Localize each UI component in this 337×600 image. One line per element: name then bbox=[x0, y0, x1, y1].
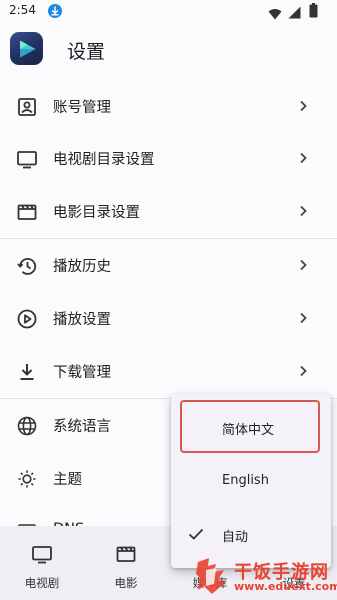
setting-label: 电视剧目录设置 bbox=[53, 152, 155, 168]
menu-item-simplified-chinese[interactable]: 简体中文 bbox=[171, 402, 331, 455]
chevron-right-icon bbox=[296, 151, 310, 165]
setting-label: 播放设置 bbox=[53, 312, 111, 328]
language-popup-menu: 简体中文 English 自动 bbox=[171, 394, 331, 568]
check-icon bbox=[188, 527, 204, 541]
brightness-icon bbox=[16, 468, 38, 490]
setting-label: 账号管理 bbox=[53, 100, 111, 116]
setting-movie-directory[interactable]: 电影目录设置 bbox=[0, 185, 337, 238]
setting-label: 下载管理 bbox=[53, 365, 111, 381]
status-bar: 2:54 bbox=[0, 0, 337, 24]
chevron-right-icon bbox=[296, 364, 310, 378]
settings-screen: 2:54 设置 账号管理 电视剧目录设置 电影目录设置 播放历史 播放设置 下载… bbox=[0, 0, 337, 600]
globe-icon bbox=[16, 415, 38, 437]
play-circle-icon bbox=[16, 308, 38, 330]
setting-account-management[interactable]: 账号管理 bbox=[0, 80, 337, 132]
nav-label: 电影 bbox=[114, 576, 138, 590]
menu-item-label: 自动 bbox=[222, 530, 249, 545]
wifi-icon bbox=[268, 5, 282, 24]
setting-label: 电影目录设置 bbox=[53, 205, 140, 221]
app-logo bbox=[10, 32, 43, 65]
setting-label: 主题 bbox=[53, 472, 82, 488]
setting-play-history[interactable]: 播放历史 bbox=[0, 239, 337, 292]
watermark-logo bbox=[194, 556, 230, 596]
movie-icon bbox=[115, 543, 137, 565]
download-icon bbox=[16, 361, 38, 383]
menu-item-label: 简体中文 bbox=[222, 423, 275, 438]
chevron-right-icon bbox=[296, 258, 310, 272]
history-icon bbox=[16, 255, 38, 277]
settings-group-playback: 播放历史 播放设置 下载管理 bbox=[0, 239, 337, 399]
nav-label: 电视剧 bbox=[24, 576, 60, 590]
movie-icon bbox=[16, 201, 38, 223]
chevron-right-icon bbox=[296, 99, 310, 113]
tv-icon bbox=[31, 543, 53, 565]
menu-item-auto[interactable]: 自动 bbox=[171, 509, 331, 562]
chevron-right-icon bbox=[296, 311, 310, 325]
nav-item-tv[interactable]: 电视剧 bbox=[0, 526, 84, 600]
settings-group-account-media: 账号管理 电视剧目录设置 电影目录设置 bbox=[0, 80, 337, 239]
download-status-icon bbox=[48, 4, 62, 18]
setting-playback[interactable]: 播放设置 bbox=[0, 292, 337, 345]
nav-item-movie[interactable]: 电影 bbox=[84, 526, 168, 600]
setting-download-management[interactable]: 下载管理 bbox=[0, 345, 337, 398]
menu-item-english[interactable]: English bbox=[171, 456, 331, 509]
menu-item-label: English bbox=[222, 473, 269, 488]
status-time: 2:54 bbox=[9, 3, 36, 17]
chevron-right-icon bbox=[296, 204, 310, 218]
signal-icon bbox=[288, 4, 301, 23]
setting-label: 系统语言 bbox=[53, 419, 111, 435]
battery-icon bbox=[309, 3, 318, 22]
setting-label: 播放历史 bbox=[53, 259, 111, 275]
watermark: 干饭手游网 www.eduext.com bbox=[194, 556, 337, 600]
setting-tv-directory[interactable]: 电视剧目录设置 bbox=[0, 132, 337, 185]
tv-icon bbox=[16, 148, 38, 170]
watermark-url: www.eduext.com bbox=[234, 580, 337, 593]
account-box-icon bbox=[16, 96, 38, 118]
app-header: 设置 bbox=[0, 24, 337, 80]
page-title: 设置 bbox=[67, 41, 106, 63]
